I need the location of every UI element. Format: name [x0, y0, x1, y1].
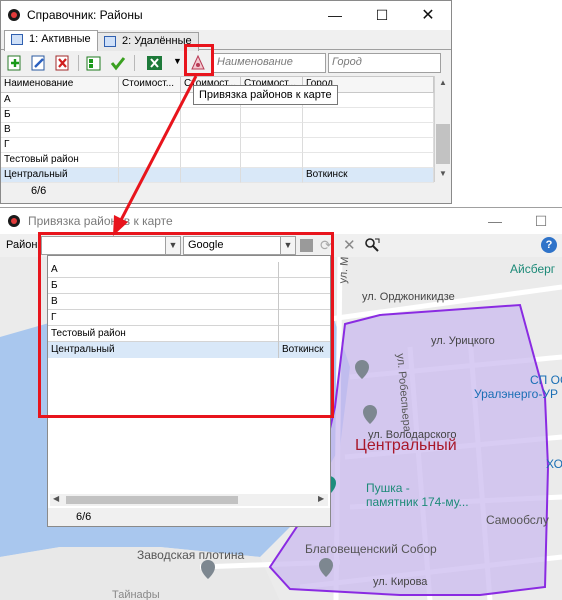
street-label: ул. Урицкого [431, 335, 495, 347]
cell-cost [119, 138, 181, 153]
horizontal-scrollbar[interactable]: ◀ ▶ [50, 494, 328, 506]
help-icon[interactable]: ? [541, 237, 557, 253]
cell-cost [241, 123, 303, 138]
place-label: Благовещенский Собор [305, 542, 437, 556]
list-icon [104, 36, 116, 47]
place-label: памятник 174-му... [366, 495, 469, 509]
record-count: 6/6 [31, 185, 47, 197]
place-label: Заводская плотина [137, 548, 245, 562]
scroll-up-icon[interactable]: ▲ [439, 78, 447, 87]
city-filter-input[interactable]: Город [328, 53, 441, 73]
district-name-label: Центральный [355, 437, 457, 454]
app-icon [8, 215, 20, 227]
cell-cost [181, 108, 241, 123]
tooltip: Привязка районов к карте [193, 85, 338, 105]
table-row[interactable]: Центральный Воткинск [1, 168, 434, 183]
title-bar: Привязка районов к карте — ☐ [0, 208, 562, 234]
column-header[interactable]: Стоимост... [119, 77, 181, 93]
clear-icon[interactable]: ✕ [343, 236, 356, 254]
street-label: ул. Кирова [373, 576, 428, 588]
properties-icon[interactable] [85, 54, 103, 72]
cell-cost [119, 93, 181, 108]
place-label: Уралэнерго-УР [474, 387, 558, 401]
app-icon [8, 9, 20, 21]
cell-city [303, 153, 434, 168]
tab-strip: 1: Активные 2: Удалённые [1, 30, 451, 51]
title-bar: Справочник: Районы — ☐ ✕ [1, 1, 451, 30]
highlight-frame [38, 232, 334, 418]
street-label: ул. Орджоникидзе [362, 291, 455, 303]
delete-record-icon[interactable] [54, 54, 72, 72]
window-title: Справочник: Районы [27, 8, 143, 22]
toolbar: ▼ Наименование Город [1, 51, 451, 75]
add-record-icon[interactable] [6, 54, 24, 72]
cell-cost [181, 168, 241, 183]
district-label: Район [6, 239, 38, 251]
cell-cost [119, 153, 181, 168]
table-row[interactable]: Тестовый район [1, 153, 434, 168]
cell-cost [241, 153, 303, 168]
minimize-button[interactable]: — [472, 208, 518, 234]
cell-cost [241, 108, 303, 123]
table-row[interactable]: В [1, 123, 434, 138]
dropdown-record-count: 6/6 [48, 508, 330, 526]
excel-export-icon[interactable] [146, 54, 164, 72]
cell-cost [241, 168, 303, 183]
checkmark-icon[interactable] [109, 54, 127, 72]
cell-cost [119, 123, 181, 138]
scrollbar-thumb[interactable] [66, 496, 238, 504]
toolbar-separator [134, 55, 135, 71]
maximize-button[interactable]: ☐ [359, 1, 405, 30]
place-label: СП ОС [530, 373, 562, 387]
column-header[interactable]: Наименование [1, 77, 119, 93]
cell-cost [181, 123, 241, 138]
cell-name: Б [1, 108, 119, 123]
tab-active[interactable]: 1: Активные [4, 30, 98, 51]
cell-city [303, 123, 434, 138]
place-label: Айсберг [510, 262, 556, 276]
place-label: Тайнафы [112, 589, 160, 600]
cell-cost [119, 168, 181, 183]
scroll-right-icon[interactable]: ▶ [318, 494, 324, 503]
scroll-down-icon[interactable]: ▼ [439, 169, 447, 178]
place-label: Пушка - [366, 481, 410, 495]
table-row[interactable]: Г [1, 138, 434, 153]
minimize-button[interactable]: — [312, 1, 358, 30]
cell-city: Воткинск [303, 168, 434, 183]
toolbar-separator [78, 55, 79, 71]
cell-cost [181, 153, 241, 168]
scroll-left-icon[interactable]: ◀ [53, 494, 59, 503]
window-title: Привязка районов к карте [28, 214, 173, 228]
find-on-map-icon[interactable] [364, 237, 380, 253]
tab-label: 1: Активные [29, 33, 91, 45]
cell-cost [181, 138, 241, 153]
cell-name: В [1, 123, 119, 138]
cell-name: Центральный [1, 168, 119, 183]
cell-name: А [1, 93, 119, 108]
cell-cost [241, 138, 303, 153]
close-button[interactable]: ✕ [405, 1, 451, 30]
cell-city [303, 108, 434, 123]
cell-name: Тестовый район [1, 153, 119, 168]
place-label: Самообслу [486, 513, 549, 527]
place-label: ХОЗ [546, 457, 562, 471]
cell-cost [119, 108, 181, 123]
edit-record-icon[interactable] [30, 54, 48, 72]
chevron-down-icon[interactable]: ▼ [173, 56, 182, 66]
maximize-button[interactable]: ☐ [518, 208, 562, 234]
vertical-scrollbar[interactable]: ▲ ▼ [434, 76, 451, 182]
name-filter-input[interactable]: Наименование [213, 53, 326, 73]
table-row[interactable]: Б [1, 108, 434, 123]
highlight-frame [184, 44, 214, 76]
scrollbar-thumb[interactable] [436, 124, 450, 164]
list-icon [11, 34, 23, 45]
tab-label: 2: Удалённые [122, 35, 192, 47]
cell-city [303, 138, 434, 153]
cell-name: Г [1, 138, 119, 153]
